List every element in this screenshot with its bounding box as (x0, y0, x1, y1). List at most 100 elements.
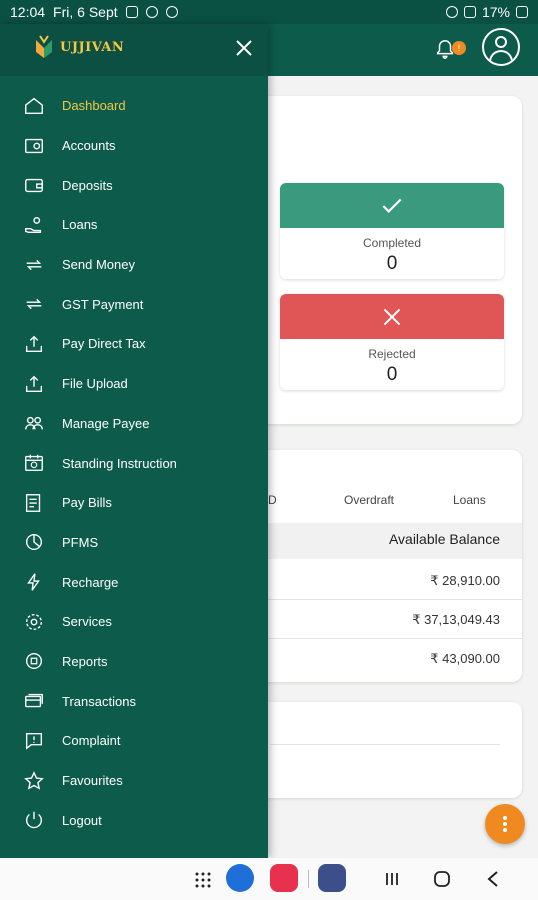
menu-label: Logout (62, 812, 102, 828)
menu-label: Dashboard (62, 98, 126, 114)
menu-item-transactions[interactable]: Transactions (0, 681, 268, 721)
rejected-label: Rejected (368, 347, 416, 361)
divider (270, 744, 500, 745)
menu-item-services[interactable]: Services (0, 602, 268, 642)
status-bar: 12:04 Fri, 6 Sept 17% (0, 0, 538, 24)
menu-label: Complaint (62, 733, 121, 749)
settings-app-icon[interactable] (318, 864, 346, 892)
balance-value: ₹ 28,910.00 (430, 573, 500, 588)
back-icon[interactable] (486, 870, 500, 888)
bills-icon (22, 491, 46, 515)
rejected-status-box[interactable]: Rejected 0 (280, 294, 504, 390)
menu-label: Standing Instruction (62, 455, 177, 471)
battery-icon (516, 6, 528, 18)
home-button-icon[interactable] (433, 870, 451, 888)
system-nav-bar (0, 858, 538, 900)
menu-label: Reports (62, 653, 108, 669)
menu-label: File Upload (62, 376, 128, 392)
cross-icon (383, 308, 401, 325)
app-drawer-icon[interactable] (194, 871, 212, 889)
drawer-menu: Dashboard Accounts Deposits Loans Send M… (0, 86, 268, 840)
avatar-head (495, 36, 507, 48)
more-options-button[interactable] (485, 804, 525, 844)
payee-icon (22, 411, 46, 435)
balance-value: ₹ 37,13,049.43 (412, 612, 500, 627)
avatar-body (489, 50, 513, 64)
menu-label: Pay Direct Tax (62, 336, 146, 352)
pie-icon (22, 530, 46, 554)
completed-header (280, 183, 504, 228)
logo-mark-icon (36, 35, 52, 58)
location-icon (445, 6, 458, 18)
menu-label: Deposits (62, 177, 113, 193)
menu-label: Send Money (62, 257, 135, 273)
dock-divider (308, 870, 309, 888)
menu-label: Pay Bills (62, 495, 112, 511)
menu-item-recharge[interactable]: Recharge (0, 562, 268, 602)
menu-item-deposits[interactable]: Deposits (0, 165, 268, 205)
sync-icon (165, 6, 178, 18)
transfer-icon (22, 292, 46, 316)
menu-label: Accounts (62, 138, 116, 154)
menu-item-favourites[interactable]: Favourites (0, 761, 268, 801)
menu-label: PFMS (62, 534, 99, 550)
available-balance-header: Available Balance (388, 531, 500, 547)
completed-status-box[interactable]: Completed 0 (280, 183, 504, 279)
card-icon (22, 689, 46, 713)
status-date: Fri, 6 Sept (53, 4, 118, 20)
loans-icon (22, 213, 46, 237)
menu-label: Recharge (62, 574, 119, 590)
camera-app-icon[interactable] (270, 864, 298, 892)
menu-item-pfms[interactable]: PFMS (0, 523, 268, 563)
notification-badge: ! (452, 41, 466, 55)
drawer-header: UJJIVAN (0, 24, 268, 76)
rejected-header (280, 294, 504, 339)
menu-label: Favourites (62, 773, 123, 789)
menu-item-pay-bills[interactable]: Pay Bills (0, 483, 268, 523)
tab-overdraft[interactable]: Overdraft (344, 493, 394, 507)
menu-item-standing-instruction[interactable]: Standing Instruction (0, 443, 268, 483)
dot (503, 822, 507, 826)
wifi-icon (463, 6, 476, 18)
messages-app-icon[interactable] (226, 864, 254, 892)
menu-item-reports[interactable]: Reports (0, 642, 268, 682)
bolt-icon (22, 570, 46, 594)
navigation-drawer: UJJIVAN Dashboard Accounts Deposits Loan… (0, 24, 268, 858)
menu-label: Services (62, 614, 112, 630)
menu-item-pay-direct-tax[interactable]: Pay Direct Tax (0, 324, 268, 364)
recent-apps-icon[interactable] (384, 871, 400, 887)
menu-item-manage-payee[interactable]: Manage Payee (0, 404, 268, 444)
profile-avatar[interactable] (482, 28, 520, 66)
transfer-icon (22, 253, 46, 277)
message-icon (125, 6, 138, 18)
close-icon[interactable] (232, 36, 256, 60)
wallet-icon (22, 173, 46, 197)
star-icon (22, 769, 46, 793)
menu-item-accounts[interactable]: Accounts (0, 126, 268, 166)
reports-icon (22, 649, 46, 673)
upload-icon (22, 372, 46, 396)
menu-label: GST Payment (62, 296, 144, 312)
gear-icon (22, 610, 46, 634)
wifi-calling-icon (145, 6, 158, 18)
menu-item-loans[interactable]: Loans (0, 205, 268, 245)
accounts-icon (22, 134, 46, 158)
calendar-icon (22, 451, 46, 475)
menu-item-send-money[interactable]: Send Money (0, 245, 268, 285)
battery-percent: 17% (481, 4, 510, 20)
menu-item-logout[interactable]: Logout (0, 800, 268, 840)
tab-loans[interactable]: Loans (453, 493, 486, 507)
menu-label: Transactions (62, 693, 136, 709)
completed-label: Completed (362, 236, 422, 250)
ujjivan-logo: UJJIVAN (34, 34, 124, 60)
upload-icon (22, 332, 46, 356)
tab-od[interactable]: D (268, 493, 277, 507)
menu-item-gst-payment[interactable]: GST Payment (0, 284, 268, 324)
menu-item-complaint[interactable]: Complaint (0, 721, 268, 761)
check-icon (382, 198, 402, 213)
status-time: 12:04 (10, 4, 46, 20)
completed-count: 0 (386, 253, 398, 274)
rejected-count: 0 (386, 364, 398, 385)
menu-item-file-upload[interactable]: File Upload (0, 364, 268, 404)
menu-item-dashboard[interactable]: Dashboard (0, 86, 268, 126)
